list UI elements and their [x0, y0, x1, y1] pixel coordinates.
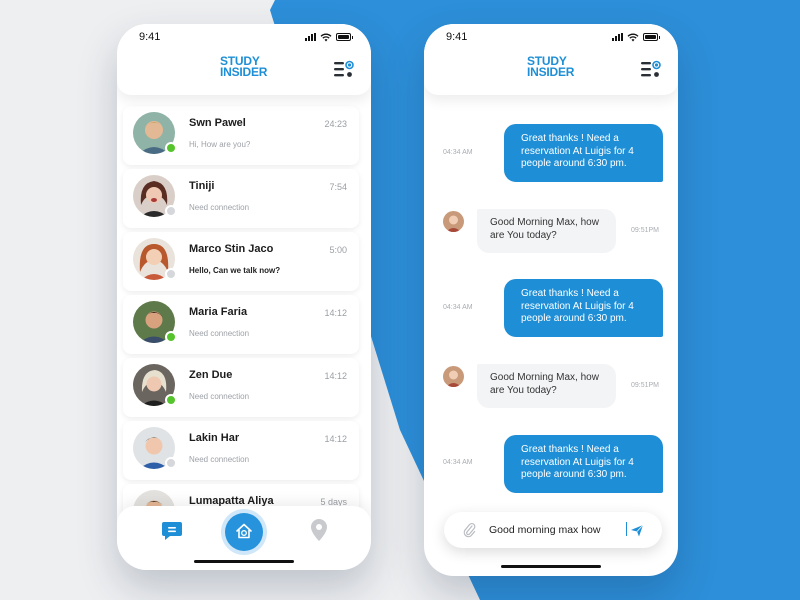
wifi-icon — [320, 33, 332, 41]
chat-preview: Need connection — [189, 329, 250, 338]
chat-item-lakin-har[interactable]: Lakin Har 14:12 Need connection — [123, 421, 359, 480]
status-time: 9:41 — [139, 31, 161, 43]
chat-preview: Need connection — [189, 203, 250, 212]
study-insider-logo: STUDY INSIDER — [527, 55, 583, 79]
home-icon — [236, 523, 252, 539]
signal-icon — [305, 33, 316, 41]
chat-item-zen-due[interactable]: Zen Due 14:12 Need connection — [123, 358, 359, 417]
send-icon[interactable] — [630, 524, 644, 537]
battery-icon — [336, 33, 353, 41]
avatar — [133, 427, 179, 473]
avatar — [133, 301, 179, 347]
chat-name: Marco Stin Jaco — [189, 243, 274, 255]
status-icons — [305, 33, 353, 42]
logo-line-2: INSIDER — [220, 65, 268, 79]
bottom-navigation — [117, 506, 371, 570]
battery-icon — [643, 33, 660, 41]
message-time: 09:51PM — [631, 382, 660, 389]
chat-item-marco-stin-jaco[interactable]: Marco Stin Jaco 5:00 Hello, Can we talk … — [123, 232, 359, 291]
chat-item-swn-pawel[interactable]: Swn Pawel 24:23 Hi, How are you? — [123, 106, 359, 165]
chat-name: Zen Due — [189, 369, 233, 381]
chat-time: 14:12 — [324, 371, 347, 381]
contact-avatar — [443, 211, 464, 232]
outgoing-message: Great thanks ! Need a reservation At Lui… — [504, 279, 663, 337]
message-composer — [444, 512, 662, 548]
chat-time: 7:54 — [329, 182, 347, 192]
home-indicator — [501, 565, 601, 568]
chat-name: Maria Faria — [189, 306, 248, 318]
avatar — [133, 175, 179, 221]
presence-indicator — [165, 205, 177, 217]
chat-preview: Need connection — [189, 455, 250, 464]
home-button[interactable] — [225, 513, 263, 551]
presence-indicator — [165, 268, 177, 280]
attachment-clip-icon[interactable] — [462, 522, 476, 538]
menu-settings-icon[interactable] — [640, 59, 662, 79]
signal-icon — [612, 33, 623, 41]
menu-settings-icon[interactable] — [333, 59, 355, 79]
status-bar: 9:41 — [117, 24, 371, 46]
location-pin-icon[interactable] — [310, 518, 328, 542]
avatar — [133, 364, 179, 410]
status-icons — [612, 33, 660, 42]
chat-item-maria-faria[interactable]: Maria Faria 14:12 Need connection — [123, 295, 359, 354]
message-time: 04:34 AM — [443, 459, 473, 466]
incoming-message: Good Morning Max, how are You today? — [477, 364, 616, 408]
wifi-icon — [627, 33, 639, 41]
chat-item-tiniji[interactable]: Tiniji 7:54 Need connection — [123, 169, 359, 228]
presence-indicator — [165, 331, 177, 343]
chat-preview: Hello, Can we talk now? — [189, 266, 281, 275]
message-input[interactable] — [489, 523, 629, 537]
message-time: 04:34 AM — [443, 149, 473, 156]
status-time: 9:41 — [446, 31, 468, 43]
chat-time: 14:12 — [324, 308, 347, 318]
contact-avatar — [443, 366, 464, 387]
chat-name: Tiniji — [189, 180, 215, 192]
incoming-message: Good Morning Max, how are You today? — [477, 209, 616, 253]
conversation-screen: 9:41 STUDY INSIDER 04:34 AM Great thanks… — [424, 24, 678, 576]
presence-indicator — [165, 457, 177, 469]
chat-preview: Hi, How are you? — [189, 140, 251, 149]
chat-name: Swn Pawel — [189, 117, 246, 129]
presence-indicator — [165, 394, 177, 406]
home-indicator — [194, 560, 294, 563]
chat-time: 14:12 — [324, 434, 347, 444]
outgoing-message: Great thanks ! Need a reservation At Lui… — [504, 435, 663, 493]
chat-preview: Need connection — [189, 392, 250, 401]
outgoing-message: Great thanks ! Need a reservation At Lui… — [504, 124, 663, 182]
chat-time: 5:00 — [329, 245, 347, 255]
message-time: 09:51PM — [631, 227, 660, 234]
chat-time: 24:23 — [324, 119, 347, 129]
logo-line-2: INSIDER — [527, 65, 575, 79]
text-caret — [626, 522, 627, 536]
study-insider-logo: STUDY INSIDER — [220, 55, 276, 79]
presence-indicator — [165, 142, 177, 154]
avatar — [133, 112, 179, 158]
chat-icon[interactable] — [160, 519, 184, 543]
chat-list-screen: 9:41 STUDY INSIDER Swn Pawel 24:23 Hi, H… — [117, 24, 371, 570]
message-time: 04:34 AM — [443, 304, 473, 311]
avatar — [133, 238, 179, 284]
chat-name: Lakin Har — [189, 432, 240, 444]
status-bar: 9:41 — [424, 24, 678, 46]
